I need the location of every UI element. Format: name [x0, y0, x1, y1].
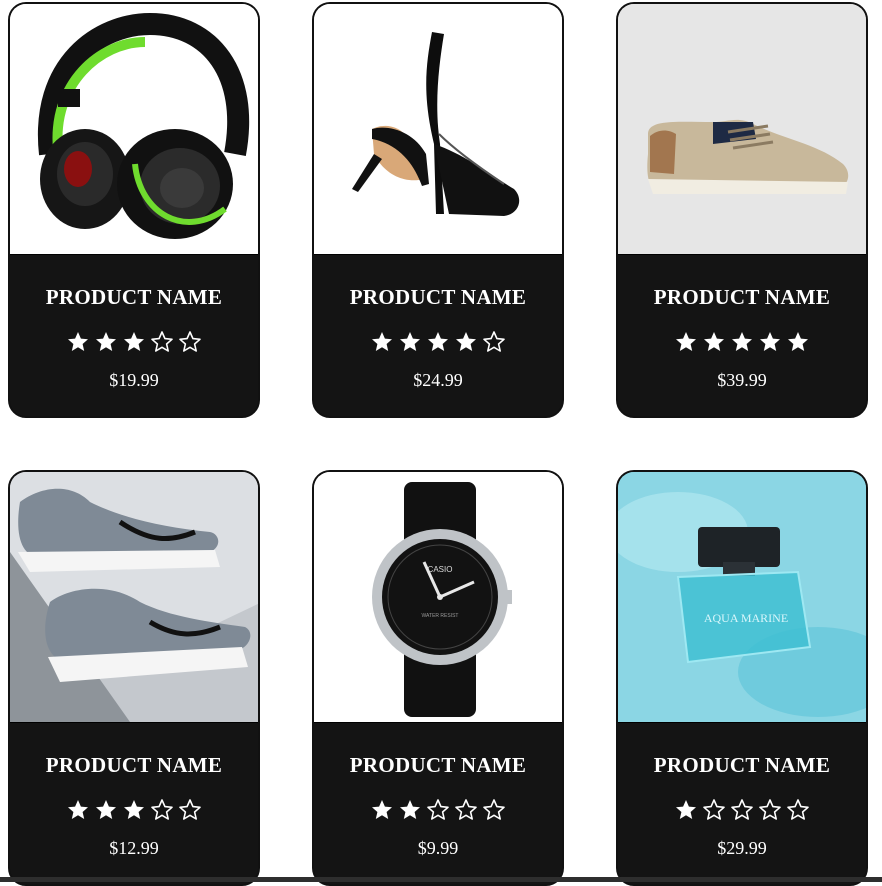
product-image[interactable]: [10, 472, 258, 723]
product-name: PRODUCT NAME: [45, 285, 223, 309]
product-image[interactable]: [618, 4, 866, 255]
product-price: $29.99: [717, 838, 767, 858]
watch-subtext: WATER RESIST: [422, 613, 459, 619]
star-rating: [314, 798, 562, 824]
product-image[interactable]: CASIO WATER RESIST: [314, 472, 562, 723]
star-empty-icon: [151, 799, 173, 820]
star-filled-icon: [68, 800, 88, 819]
star-rating: [618, 798, 866, 824]
star-empty-icon: [759, 799, 781, 820]
star-rating: [10, 330, 258, 356]
star-filled-icon: [124, 800, 144, 819]
star-empty-icon: [703, 799, 725, 820]
product-name: PRODUCT NAME: [349, 285, 527, 309]
perfume-bottle-icon: AQUA MARINE: [618, 472, 866, 722]
star-filled-icon: [372, 332, 392, 351]
star-empty-icon: [179, 331, 201, 352]
product-card[interactable]: PRODUCT NAME $24.99: [312, 2, 564, 418]
product-image[interactable]: AQUA MARINE: [618, 472, 866, 723]
star-empty-icon: [483, 799, 505, 820]
product-price: $19.99: [109, 370, 159, 390]
star-filled-icon: [788, 332, 808, 351]
product-name: PRODUCT NAME: [45, 753, 223, 777]
star-rating: [618, 330, 866, 356]
star-empty-icon: [455, 799, 477, 820]
star-empty-icon: [787, 799, 809, 820]
star-filled-icon: [676, 800, 696, 819]
perfume-label: AQUA MARINE: [704, 611, 788, 625]
star-empty-icon: [427, 799, 449, 820]
star-empty-icon: [483, 331, 505, 352]
headphones-icon: [10, 4, 258, 254]
star-filled-icon: [124, 332, 144, 351]
star-empty-icon: [731, 799, 753, 820]
bottom-bar: [0, 877, 882, 882]
star-filled-icon: [428, 332, 448, 351]
star-filled-icon: [400, 332, 420, 351]
wristwatch-icon: CASIO WATER RESIST: [314, 472, 562, 722]
star-rating: [314, 330, 562, 356]
sneakers-icon: [10, 472, 258, 722]
product-image[interactable]: [10, 4, 258, 255]
high-heels-icon: [314, 4, 562, 254]
product-card[interactable]: CASIO WATER RESIST PRODUCT NAME $9.99: [312, 470, 564, 886]
product-card[interactable]: PRODUCT NAME $19.99: [8, 2, 260, 418]
product-card[interactable]: PRODUCT NAME $39.99: [616, 2, 868, 418]
product-price: $9.99: [417, 838, 459, 858]
star-filled-icon: [372, 800, 392, 819]
casual-shoe-icon: [618, 4, 866, 254]
star-filled-icon: [456, 332, 476, 351]
product-name: PRODUCT NAME: [653, 285, 831, 309]
product-price: $12.99: [109, 838, 159, 858]
product-card[interactable]: PRODUCT NAME $12.99: [8, 470, 260, 886]
star-filled-icon: [96, 332, 116, 351]
star-filled-icon: [704, 332, 724, 351]
star-filled-icon: [676, 332, 696, 351]
star-rating: [10, 798, 258, 824]
product-name: PRODUCT NAME: [653, 753, 831, 777]
star-empty-icon: [151, 331, 173, 352]
product-image[interactable]: [314, 4, 562, 255]
star-filled-icon: [760, 332, 780, 351]
product-card[interactable]: AQUA MARINE PRODUCT NAME $29.99: [616, 470, 868, 886]
watch-brand: CASIO: [428, 565, 453, 574]
star-filled-icon: [68, 332, 88, 351]
star-filled-icon: [96, 800, 116, 819]
star-filled-icon: [400, 800, 420, 819]
star-empty-icon: [179, 799, 201, 820]
product-price: $39.99: [717, 370, 767, 390]
product-price: $24.99: [413, 370, 463, 390]
star-filled-icon: [732, 332, 752, 351]
product-name: PRODUCT NAME: [349, 753, 527, 777]
